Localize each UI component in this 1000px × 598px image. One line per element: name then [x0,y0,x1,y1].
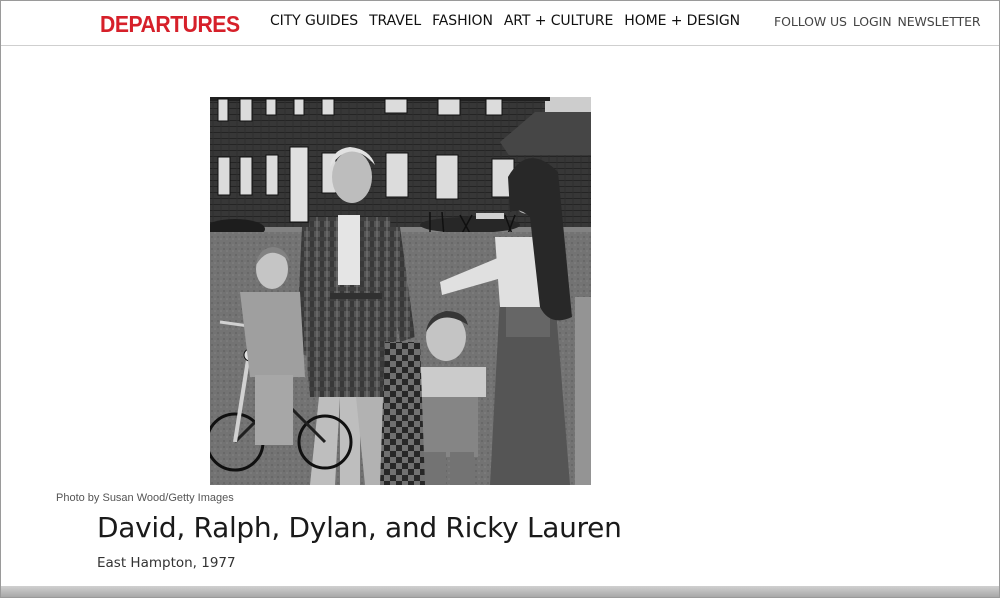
login-link[interactable]: LOGIN [853,14,892,29]
page-frame: DEPARTURES CITY GUIDES TRAVEL FASHION AR… [0,0,1000,598]
nav-item-home-design[interactable]: HOME + DESIGN [624,13,740,29]
main-nav: CITY GUIDES TRAVEL FASHION ART + CULTURE… [270,13,740,29]
photo-credit: Photo by Susan Wood/Getty Images [56,492,234,504]
window-bottom-edge [1,586,999,597]
photo-illustration [210,97,591,485]
article-photo [210,97,591,485]
nav-item-art-culture[interactable]: ART + CULTURE [504,13,614,29]
site-logo[interactable]: DEPARTURES [100,11,240,38]
article-title: David, Ralph, Dylan, and Ricky Lauren [97,511,622,544]
article-subtitle: East Hampton, 1977 [97,555,236,571]
follow-us-link[interactable]: FOLLOW US [774,14,847,29]
nav-item-fashion[interactable]: FASHION [432,13,493,29]
nav-item-city-guides[interactable]: CITY GUIDES [270,13,358,29]
newsletter-link[interactable]: NEWSLETTER [897,14,980,29]
utility-nav: FOLLOW US LOGIN NEWSLETTER [774,14,981,29]
site-header: DEPARTURES CITY GUIDES TRAVEL FASHION AR… [1,1,999,46]
nav-item-travel[interactable]: TRAVEL [369,13,421,29]
